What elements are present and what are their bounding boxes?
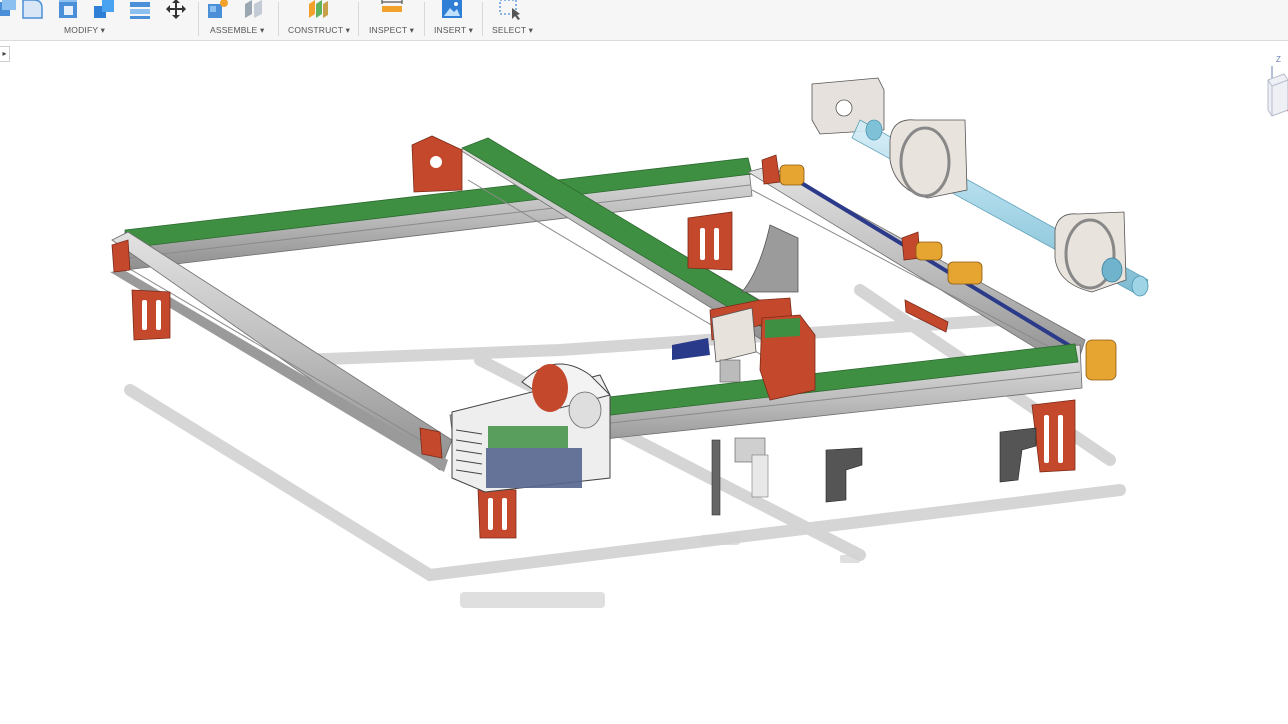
construct-group: CONSTRUCT ▾	[280, 0, 358, 40]
viewport-3d[interactable]	[0, 41, 1288, 724]
toolbar: MODIFY ▾ ASSEMBLE ▾ CONSTRUCT ▾ INSPECT …	[0, 0, 1288, 41]
gray-brackets	[825, 427, 1037, 503]
new-component-icon[interactable]	[206, 0, 230, 20]
construct-menu[interactable]: CONSTRUCT ▾	[288, 25, 350, 36]
combine-icon[interactable]	[92, 0, 116, 20]
inspect-menu[interactable]: INSPECT ▾	[369, 25, 414, 36]
inspect-group: INSPECT ▾	[360, 0, 424, 40]
replace-face-icon[interactable]	[128, 0, 152, 20]
modify-menu[interactable]: MODIFY ▾	[64, 25, 105, 36]
separator	[482, 2, 483, 36]
offset-plane-icon[interactable]	[306, 0, 330, 20]
electronics-box	[451, 363, 611, 493]
insert-image-icon[interactable]	[440, 0, 464, 20]
measure-icon[interactable]	[380, 0, 404, 20]
separator	[198, 2, 199, 36]
joint-icon[interactable]	[242, 0, 266, 20]
gantry-support	[741, 224, 799, 293]
separator	[424, 2, 425, 36]
window-select-icon[interactable]	[498, 0, 522, 20]
modify-group: MODIFY ▾	[0, 0, 200, 40]
press-pull-icon[interactable]	[0, 0, 18, 20]
select-menu[interactable]: SELECT ▾	[492, 25, 533, 36]
fillet-icon[interactable]	[20, 0, 44, 20]
insert-menu[interactable]: INSERT ▾	[434, 25, 473, 36]
separator	[358, 2, 359, 36]
shell-icon[interactable]	[56, 0, 80, 20]
assemble-group: ASSEMBLE ▾	[200, 0, 278, 40]
separator	[278, 2, 279, 36]
assemble-menu[interactable]: ASSEMBLE ▾	[210, 25, 264, 36]
insert-group: INSERT ▾	[426, 0, 482, 40]
select-group: SELECT ▾	[484, 0, 544, 40]
move-icon[interactable]	[164, 0, 188, 20]
